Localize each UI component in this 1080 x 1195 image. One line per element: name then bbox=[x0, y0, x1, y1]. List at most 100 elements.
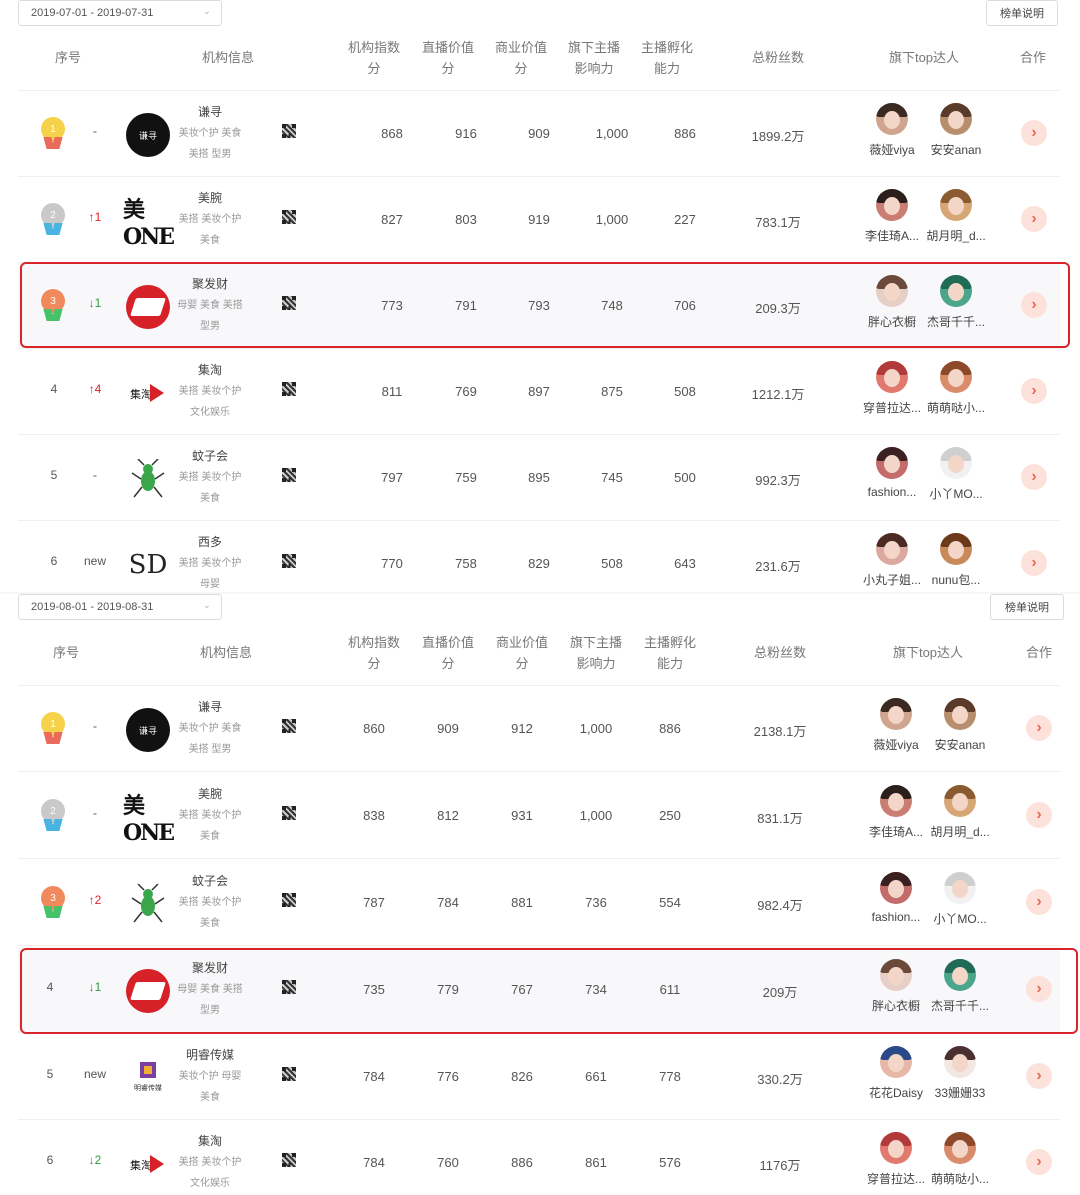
table-row-highlighted[interactable]: 3 ↓1 聚发财 母婴 美食 美搭 型男 773 791 793 748 706 … bbox=[18, 263, 1060, 349]
org-name[interactable]: 聚发财 bbox=[168, 959, 252, 976]
incubation-value: 886 bbox=[659, 721, 681, 736]
bronze-medal-icon: 3 bbox=[40, 289, 66, 323]
talent-item[interactable]: 小丫MO... bbox=[924, 447, 988, 502]
talent-item[interactable]: 33姗姗33 bbox=[928, 1046, 992, 1101]
qr-code-icon[interactable] bbox=[282, 124, 296, 138]
org-name[interactable]: 美腕 bbox=[168, 189, 252, 206]
talent-item[interactable]: 薇娅viya bbox=[860, 103, 924, 158]
qr-code-icon[interactable] bbox=[282, 980, 296, 994]
qr-code-icon[interactable] bbox=[282, 210, 296, 224]
rank-change: new bbox=[83, 554, 106, 568]
talent-item[interactable]: 萌萌哒小... bbox=[924, 361, 988, 416]
qr-code-icon[interactable] bbox=[282, 296, 296, 310]
talent-item[interactable]: 杰哥千千... bbox=[924, 275, 988, 330]
qr-code-icon[interactable] bbox=[282, 382, 296, 396]
talent-item[interactable]: nunu包... bbox=[924, 533, 988, 588]
org-name[interactable]: 蚊子会 bbox=[168, 872, 252, 889]
table-row[interactable]: 1 - 谦寻 谦寻 美妆个护 美食 美搭 型男 868 916 909 1,000… bbox=[18, 91, 1060, 177]
org-name[interactable]: 谦寻 bbox=[168, 698, 252, 715]
coop-arrow-button[interactable]: › bbox=[1026, 802, 1052, 828]
talent-item[interactable]: 安安anan bbox=[928, 698, 992, 753]
table-row[interactable]: 3 ↑2 蚊子会 美搭 美妆个护 美食 787 784 881 736 554 9… bbox=[18, 860, 1060, 946]
org-name[interactable]: 美腕 bbox=[168, 785, 252, 802]
coop-arrow-button[interactable]: › bbox=[1021, 464, 1047, 490]
talent-item[interactable]: 小丫MO... bbox=[928, 872, 992, 927]
live-value: 760 bbox=[437, 1155, 459, 1170]
talent-item[interactable]: 花花Daisy bbox=[864, 1046, 928, 1101]
incubation-value: 576 bbox=[659, 1155, 681, 1170]
table-row[interactable]: 6 ↓2 集淘 集淘 美搭 美妆个护 文化娱乐 784 760 886 861 5… bbox=[18, 1120, 1060, 1195]
org-name[interactable]: 西多 bbox=[168, 533, 252, 550]
talent-item[interactable]: 安安anan bbox=[924, 103, 988, 158]
biz-value: 919 bbox=[528, 212, 550, 227]
coop-arrow-button[interactable]: › bbox=[1026, 1149, 1052, 1175]
talent-item[interactable]: 李佳琦A... bbox=[864, 785, 928, 840]
table-row[interactable]: 2 - 美ONE 美腕 美搭 美妆个护 美食 838 812 931 1,000 … bbox=[18, 773, 1060, 859]
org-name[interactable]: 集淘 bbox=[168, 361, 252, 378]
qr-code-icon[interactable] bbox=[282, 468, 296, 482]
talent-item[interactable]: 胡月明_d... bbox=[924, 189, 988, 244]
coop-arrow-button[interactable]: › bbox=[1021, 206, 1047, 232]
coop-arrow-button[interactable]: › bbox=[1021, 550, 1047, 576]
date-range-text: 2019-08-01 - 2019-08-31 bbox=[31, 601, 154, 613]
org-index-value: 784 bbox=[363, 1155, 385, 1170]
org-index-value: 838 bbox=[363, 808, 385, 823]
talent-item[interactable]: 小丸子姐... bbox=[860, 533, 924, 588]
rank-change: ↓1 bbox=[88, 296, 102, 310]
org-name[interactable]: 集淘 bbox=[168, 1132, 252, 1149]
table-row[interactable]: 5 new 明睿传媒 明睿传媒 美妆个护 母婴 美食 784 776 826 66… bbox=[18, 1034, 1060, 1120]
avatar bbox=[940, 361, 972, 393]
qr-code-icon[interactable] bbox=[282, 893, 296, 907]
table-row[interactable]: 2 ↑1 美ONE 美腕 美搭 美妆个护 美食 827 803 919 1,000… bbox=[18, 177, 1060, 263]
live-value: 776 bbox=[437, 1069, 459, 1084]
org-logo: 集淘 bbox=[126, 371, 170, 415]
talent-item[interactable]: 萌萌哒小... bbox=[928, 1132, 992, 1187]
avatar bbox=[944, 872, 976, 904]
rank-number: 5 bbox=[46, 1067, 54, 1081]
anchor-influence-value: 508 bbox=[601, 556, 623, 571]
coop-arrow-button[interactable]: › bbox=[1026, 976, 1052, 1002]
qr-code-icon[interactable] bbox=[282, 554, 296, 568]
table-row[interactable]: 4 ↑4 集淘 集淘 美搭 美妆个护 文化娱乐 811 769 897 875 5… bbox=[18, 349, 1060, 435]
qr-code-icon[interactable] bbox=[282, 719, 296, 733]
coop-arrow-button[interactable]: › bbox=[1026, 889, 1052, 915]
live-value: 812 bbox=[437, 808, 459, 823]
date-range-picker[interactable]: 2019-07-01 - 2019-07-31 ⌄ bbox=[18, 0, 222, 26]
qr-code-icon[interactable] bbox=[282, 806, 296, 820]
org-name[interactable]: 明睿传媒 bbox=[168, 1046, 252, 1063]
org-logo: SD bbox=[128, 550, 168, 580]
coop-arrow-button[interactable]: › bbox=[1021, 378, 1047, 404]
talent-item[interactable]: 穿普拉达... bbox=[860, 361, 924, 416]
header-top-talents: 旗下top达人 bbox=[892, 645, 964, 660]
anchor-influence-value: 1,000 bbox=[579, 721, 613, 736]
qr-code-icon[interactable] bbox=[282, 1153, 296, 1167]
talent-item[interactable]: 胖心衣橱 bbox=[864, 959, 928, 1014]
rank-change: new bbox=[83, 1067, 106, 1081]
org-name[interactable]: 蚊子会 bbox=[168, 447, 252, 464]
talent-item[interactable]: 穿普拉达... bbox=[864, 1132, 928, 1187]
anchor-influence-value: 748 bbox=[601, 298, 623, 313]
header-top-talents: 旗下top达人 bbox=[888, 50, 960, 65]
talent-item[interactable]: 胖心衣橱 bbox=[860, 275, 924, 330]
table-row[interactable]: 5 - 蚊子会 美搭 美妆个护 美食 797 759 895 745 500 99… bbox=[18, 435, 1060, 521]
coop-arrow-button[interactable]: › bbox=[1021, 292, 1047, 318]
org-index-value: 773 bbox=[381, 298, 403, 313]
coop-arrow-button[interactable]: › bbox=[1026, 1063, 1052, 1089]
header-org-index: 机构指数分 bbox=[347, 40, 400, 76]
date-range-picker[interactable]: 2019-08-01 - 2019-08-31 ⌄ bbox=[18, 594, 222, 620]
talent-item[interactable]: 胡月明_d... bbox=[928, 785, 992, 840]
org-name[interactable]: 聚发财 bbox=[168, 275, 252, 292]
qr-code-icon[interactable] bbox=[282, 1067, 296, 1081]
table-row-highlighted[interactable]: 4 ↓1 聚发财 母婴 美食 美搭 型男 735 779 767 734 611 … bbox=[18, 947, 1060, 1033]
table-row[interactable]: 1 - 谦寻 谦寻 美妆个护 美食 美搭 型男 860 909 912 1,000… bbox=[18, 686, 1060, 772]
coop-arrow-button[interactable]: › bbox=[1026, 715, 1052, 741]
talent-item[interactable]: 李佳琦A... bbox=[860, 189, 924, 244]
talent-item[interactable]: fashion... bbox=[860, 447, 924, 499]
talent-item[interactable]: 薇娅viya bbox=[864, 698, 928, 753]
coop-arrow-button[interactable]: › bbox=[1021, 120, 1047, 146]
talent-item[interactable]: fashion... bbox=[864, 872, 928, 924]
org-name[interactable]: 谦寻 bbox=[168, 103, 252, 120]
rank-note-button[interactable]: 榜单说明 bbox=[990, 594, 1064, 620]
rank-note-button[interactable]: 榜单说明 bbox=[986, 0, 1058, 26]
talent-item[interactable]: 杰哥千千... bbox=[928, 959, 992, 1014]
